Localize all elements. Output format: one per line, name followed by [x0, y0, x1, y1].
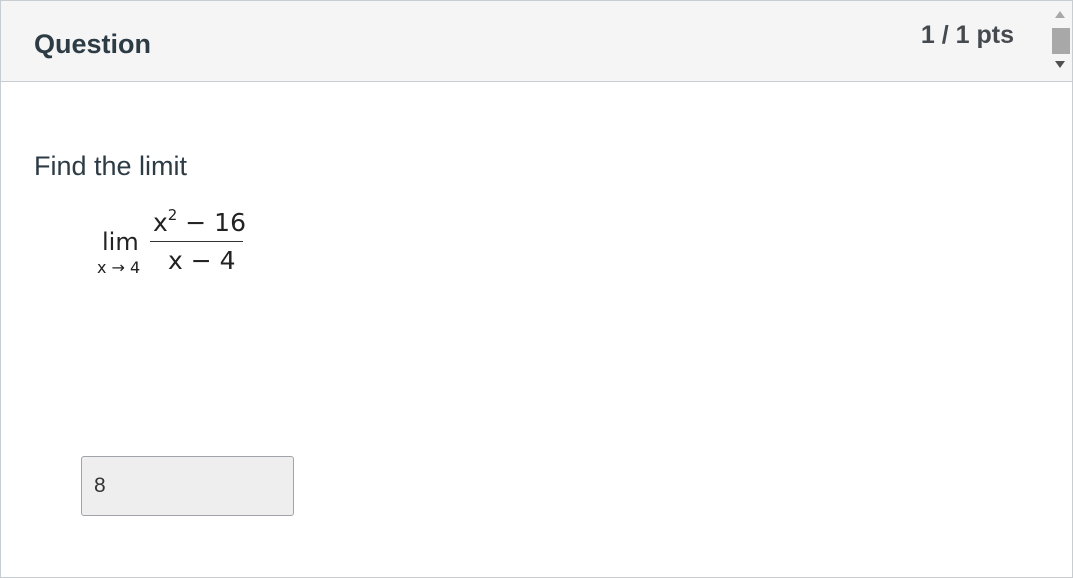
limit-subscript: x → 4	[97, 258, 141, 277]
question-prompt: Find the limit	[34, 151, 188, 181]
fraction-bar	[150, 241, 243, 242]
arrow-up-icon[interactable]	[1055, 11, 1065, 18]
limit-expression: lim x → 4 x2 − 16 x − 4	[95, 206, 255, 281]
question-panel: Question 1 / 1 pts Find the limit lim x …	[0, 0, 1073, 578]
question-title: Question	[34, 29, 152, 59]
question-points: 1 / 1 pts	[920, 21, 1014, 49]
fraction-numerator: x2 − 16	[153, 206, 246, 237]
header-scrollbar[interactable]	[1050, 1, 1072, 81]
arrow-down-icon[interactable]	[1055, 61, 1065, 68]
scrollbar-thumb[interactable]	[1052, 28, 1070, 54]
fraction-denominator: x − 4	[168, 246, 236, 275]
limit-operator: lim	[102, 228, 139, 256]
numerator-rest: − 16	[177, 208, 246, 237]
answer-input[interactable]	[81, 456, 294, 516]
question-header: Question 1 / 1 pts	[1, 1, 1072, 82]
numerator-exponent: 2	[167, 206, 178, 224]
numerator-base: x	[153, 208, 168, 237]
